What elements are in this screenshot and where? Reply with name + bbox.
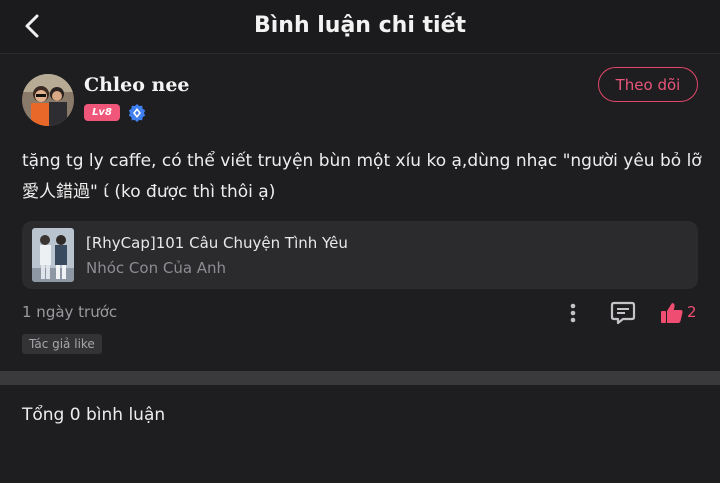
avatar[interactable] — [22, 74, 74, 126]
reply-button[interactable] — [609, 299, 637, 327]
follow-button[interactable]: Theo dõi — [598, 67, 698, 102]
total-comments-label: Tổng 0 bình luận — [22, 405, 166, 425]
top-bar: Bình luận chi tiết — [0, 0, 720, 54]
username[interactable]: Chleo nee — [84, 74, 190, 96]
like-count: 2 — [687, 303, 697, 321]
story-subtitle: Nhóc Con Của Anh — [86, 259, 227, 277]
like-button[interactable] — [659, 300, 685, 326]
story-card[interactable]: [RhyCap]101 Câu Chuyện Tình Yêu Nhóc Con… — [22, 221, 698, 289]
author-like-tag: Tác giả like — [22, 334, 102, 354]
thumbs-up-icon — [661, 303, 683, 323]
story-title: [RhyCap]101 Câu Chuyện Tình Yêu — [86, 234, 348, 252]
level-badge: Lv8 — [84, 104, 120, 121]
comment-icon — [610, 301, 636, 325]
page-title: Bình luận chi tiết — [253, 13, 467, 38]
comment-text: tặng tg ly caffe, có thể viết truyện bùn… — [22, 151, 702, 202]
story-thumbnail — [32, 228, 74, 282]
more-options-button[interactable] — [560, 299, 586, 327]
verified-badge-icon — [127, 103, 147, 123]
timestamp: 1 ngày trước — [22, 303, 118, 321]
section-divider — [0, 371, 720, 385]
more-vertical-icon — [570, 303, 576, 323]
avatar-image — [22, 74, 74, 126]
